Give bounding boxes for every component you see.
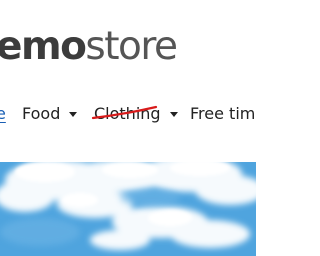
store-page: emostore e Food Clothing Free time [0,0,256,256]
caret-down-icon [169,111,178,117]
hero-banner-image [0,162,256,256]
nav-item-clothing-wrap: Clothing [91,101,161,127]
nav-item-home[interactable]: e [0,101,6,127]
nav-item-food-label: Food [22,104,61,123]
main-navigation: e Food Clothing Free time [0,101,256,127]
nav-item-free-time-label: Free time [190,104,256,123]
nav-item-home-label: e [0,104,6,123]
nav-item-clothing-label: Clothing [94,104,161,123]
logo-light-text: store [85,24,178,69]
nav-item-free-time[interactable]: Free time [190,101,256,127]
nav-item-food[interactable]: Food [22,101,78,127]
caret-down-icon [69,111,78,117]
logo-bold-text: emo [0,24,87,69]
store-logo[interactable]: emostore [0,24,178,70]
nav-item-clothing[interactable]: Clothing [91,101,178,127]
sky-clouds-image [0,162,256,256]
